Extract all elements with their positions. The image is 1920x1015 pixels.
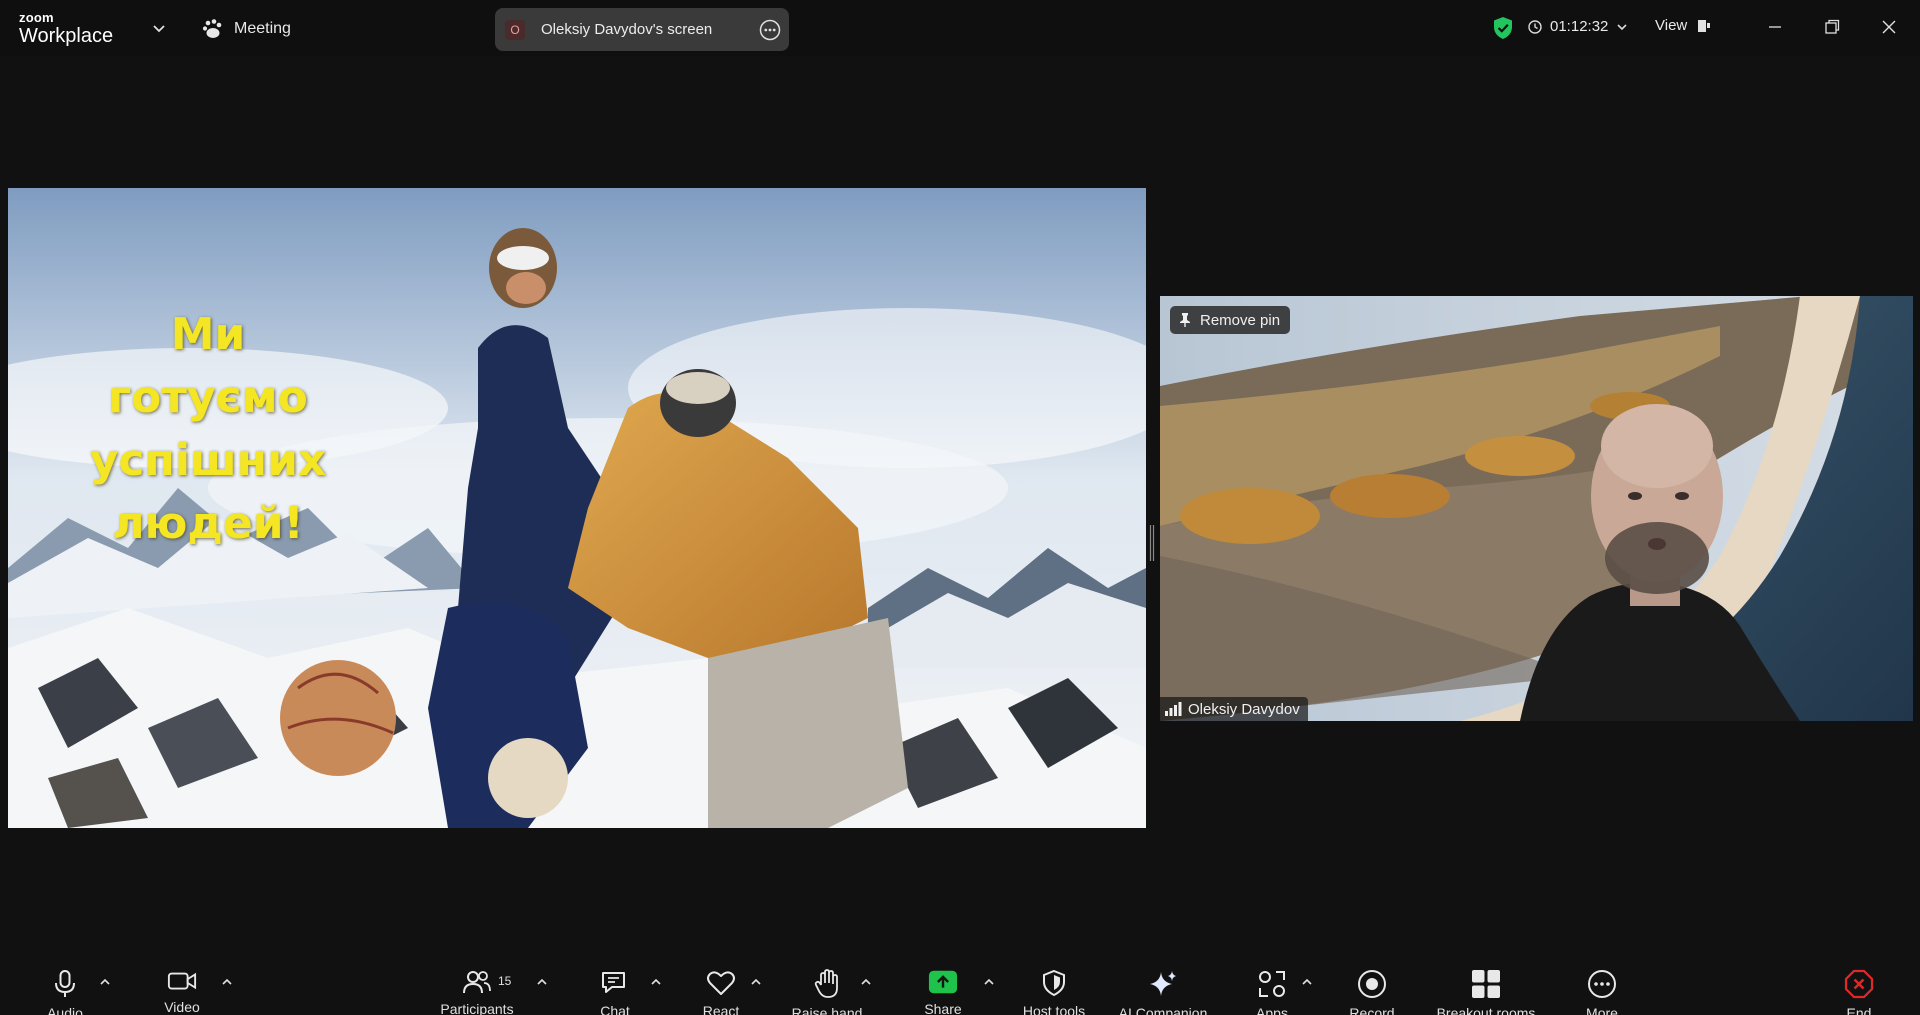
chevron-down-icon[interactable]: [151, 20, 167, 36]
slide-headline: Ми готуємо успішних людей!: [68, 303, 348, 555]
slide-line: Ми: [170, 309, 246, 360]
participants-button[interactable]: Participants: [417, 955, 537, 1015]
view-label: View: [1655, 17, 1688, 34]
record-icon: [1357, 969, 1387, 999]
share-label: Share: [924, 1001, 962, 1015]
raise-hand-label: Raise hand: [791, 1005, 863, 1015]
pin-icon: [1180, 313, 1190, 327]
heart-icon: [706, 969, 736, 997]
clock-icon: [1528, 19, 1542, 34]
chat-label: Chat: [600, 1003, 630, 1015]
host-tools-shield-icon: [1039, 969, 1069, 997]
shared-screen-content[interactable]: Ми готуємо успішних людей!: [8, 188, 1146, 828]
record-label: Record: [1349, 1005, 1395, 1015]
more-icon: [1587, 969, 1617, 999]
sharer-avatar: O: [505, 19, 525, 40]
share-screen-icon: [928, 969, 958, 995]
remove-pin-label: Remove pin: [1200, 311, 1281, 329]
title-bar: zoom Workplace Meeting O Oleksiy Davydov…: [0, 0, 1920, 56]
splitter-handle[interactable]: [1149, 525, 1155, 561]
minimize-icon[interactable]: [1762, 14, 1788, 40]
record-button[interactable]: Record: [1312, 955, 1432, 1015]
raise-hand-options-caret-icon[interactable]: [859, 975, 873, 989]
layout-icon: [1698, 19, 1711, 32]
signal-strength-icon: [1165, 702, 1182, 716]
slide-line: успішних: [89, 435, 327, 486]
meeting-info-button[interactable]: Meeting: [202, 17, 291, 41]
video-camera-icon: [167, 969, 197, 993]
react-label: React: [702, 1003, 740, 1015]
meeting-label: Meeting: [234, 20, 291, 37]
participants-icon: [462, 969, 492, 995]
paw-icon: [202, 19, 222, 38]
end-meeting-button[interactable]: End: [1799, 955, 1919, 1015]
react-button[interactable]: React: [661, 955, 781, 1015]
video-options-caret-icon[interactable]: [220, 975, 234, 989]
host-tools-label: Host tools: [1022, 1003, 1086, 1015]
participant-name: Oleksiy Davydov: [1188, 700, 1300, 718]
chevron-down-icon: [1617, 23, 1627, 30]
react-options-caret-icon[interactable]: [749, 975, 763, 989]
apps-icon: [1257, 969, 1287, 999]
participant-name-tag: Oleksiy Davydov: [1160, 697, 1308, 721]
timer-value: 01:12:32: [1550, 18, 1609, 35]
chat-icon: [600, 969, 630, 997]
screen-share-indicator[interactable]: O Oleksiy Davydov's screen: [495, 8, 789, 51]
encryption-shield-icon[interactable]: [1492, 16, 1514, 40]
participants-count-badge: 15: [498, 974, 512, 988]
apps-label: Apps: [1256, 1005, 1288, 1015]
video-label: Video: [164, 999, 200, 1015]
share-indicator-label: Oleksiy Davydov's screen: [541, 21, 713, 38]
brand-large: Workplace: [19, 25, 114, 47]
ai-companion-label: AI Companion: [1118, 1005, 1208, 1015]
ai-sparkle-icon: [1148, 969, 1178, 999]
zoom-workplace-logo[interactable]: zoom Workplace: [19, 11, 113, 46]
raise-hand-icon: [812, 969, 842, 999]
breakout-rooms-button[interactable]: Breakout rooms: [1426, 955, 1546, 1015]
meeting-timer[interactable]: 01:12:32: [1528, 18, 1628, 35]
meeting-controls-toolbar: Audio Video Participants 15 Chat React R…: [0, 955, 1920, 1015]
microphone-icon: [50, 969, 80, 999]
participants-label: Participants: [440, 1001, 514, 1015]
more-label: More: [1586, 1005, 1618, 1015]
more-button[interactable]: More: [1542, 955, 1662, 1015]
close-icon[interactable]: [1876, 14, 1902, 40]
audio-options-caret-icon[interactable]: [98, 975, 112, 989]
host-tools-button[interactable]: Host tools: [994, 955, 1114, 1015]
audio-label: Audio: [47, 1005, 83, 1015]
remove-pin-button[interactable]: Remove pin: [1170, 306, 1291, 334]
participants-options-caret-icon[interactable]: [535, 975, 549, 989]
ai-companion-button[interactable]: AI Companion: [1103, 955, 1223, 1015]
restore-icon[interactable]: [1819, 14, 1845, 40]
end-meeting-icon: [1844, 969, 1874, 999]
participant-video-tile[interactable]: Remove pin Oleksiy Davydov: [1160, 296, 1913, 721]
breakout-rooms-label: Breakout rooms: [1436, 1005, 1536, 1015]
more-options-icon[interactable]: [759, 19, 781, 41]
slide-line: людей!: [112, 498, 304, 549]
brand-small: zoom: [19, 10, 54, 25]
breakout-rooms-icon: [1471, 969, 1501, 999]
view-button[interactable]: View: [1655, 17, 1711, 34]
participant-video-feed: [1160, 296, 1913, 721]
end-label: End: [1846, 1005, 1872, 1015]
slide-line: готуємо: [108, 372, 308, 423]
